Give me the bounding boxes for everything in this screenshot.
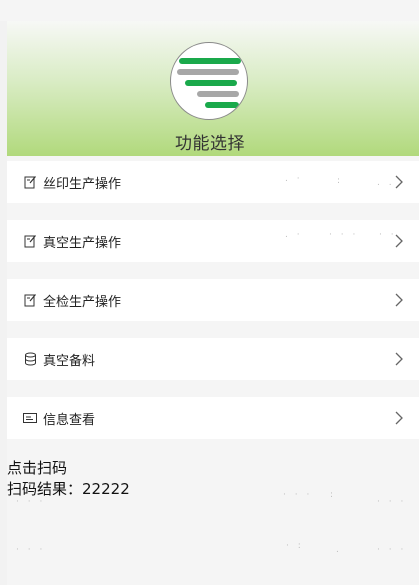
decorative-dots: · : bbox=[286, 541, 304, 551]
edit-document-icon bbox=[23, 234, 37, 248]
chevron-right-icon bbox=[395, 411, 403, 425]
edit-document-icon bbox=[23, 293, 37, 307]
chevron-right-icon bbox=[395, 234, 403, 248]
menu-item-label: 丝印生产操作 bbox=[43, 176, 122, 192]
scan-result-value: 22222 bbox=[82, 480, 130, 498]
decorative-dots: · · · bbox=[283, 490, 313, 500]
scan-button[interactable]: 点击扫码 bbox=[7, 457, 67, 478]
menu-item-info-view[interactable]: 信息查看 bbox=[7, 397, 419, 439]
scan-result: 扫码结果：22222 bbox=[7, 478, 130, 499]
decorative-dots: · · bbox=[379, 230, 397, 240]
decorative-dots: · · · bbox=[16, 545, 46, 555]
menu-item-label: 真空生产操作 bbox=[43, 235, 122, 251]
menu-item-label: 真空备料 bbox=[43, 353, 96, 369]
decorative-dots: : bbox=[330, 490, 337, 500]
scan-result-label: 扫码结果： bbox=[7, 480, 83, 498]
decorative-dots: · · · bbox=[329, 230, 359, 240]
page-title: 功能选择 bbox=[175, 134, 245, 154]
menu-item-vacuum-material-prep[interactable]: 真空备料 bbox=[7, 338, 419, 380]
top-strip bbox=[0, 0, 419, 21]
decorative-dots: . bbox=[336, 545, 342, 555]
menu-item-vacuum-production[interactable]: 真空生产操作 . · · · · · · bbox=[7, 220, 419, 262]
decorative-dots: . · bbox=[285, 230, 303, 240]
menu-item-label: 全检生产操作 bbox=[43, 294, 122, 310]
page: 功能选择 丝印生产操作 . · : . . 真空生产操作 . · · · · ·… bbox=[0, 0, 419, 585]
database-icon bbox=[23, 352, 37, 366]
decorative-dots: · · · bbox=[377, 545, 407, 555]
stripes-logo-icon bbox=[170, 42, 248, 120]
left-strip bbox=[0, 21, 7, 585]
id-card-icon bbox=[23, 411, 37, 425]
decorative-dots: . · bbox=[285, 174, 303, 184]
decorative-dots: · · · bbox=[377, 497, 407, 507]
edit-document-icon bbox=[23, 175, 37, 189]
chevron-right-icon bbox=[395, 293, 403, 307]
decorative-dots: . . bbox=[377, 178, 395, 188]
menu-item-label: 信息查看 bbox=[43, 412, 96, 428]
menu-item-full-inspection-production[interactable]: 全检生产操作 bbox=[7, 279, 419, 321]
chevron-right-icon bbox=[395, 352, 403, 366]
menu-item-silkscreen-production[interactable]: 丝印生产操作 . · : . . bbox=[7, 161, 419, 203]
header-banner: 功能选择 bbox=[7, 21, 419, 156]
decorative-dots: : bbox=[337, 176, 344, 186]
chevron-right-icon bbox=[395, 175, 403, 189]
